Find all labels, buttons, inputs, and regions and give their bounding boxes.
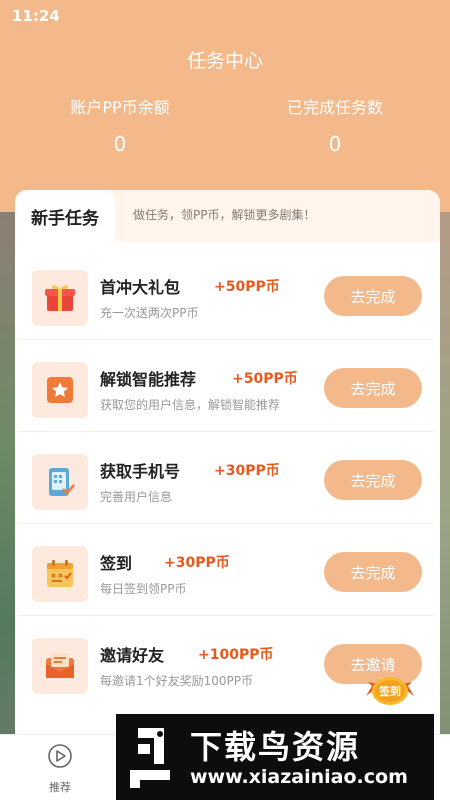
tab-newbie-tasks[interactable]: 新手任务 [15, 190, 115, 242]
task-name: 首冲大礼包 [100, 278, 181, 297]
completed-stat: 已完成任务数 0 [235, 94, 435, 156]
header: 任务中心 账户PP币余额 0 已完成任务数 0 [0, 32, 450, 212]
sign-in-badge[interactable]: 签到 [364, 674, 416, 708]
task-reward: +30PP币 [214, 463, 280, 479]
task-complete-button[interactable]: 去完成 [324, 460, 422, 500]
play-circle-icon [48, 744, 72, 768]
background-strip-left [0, 212, 16, 800]
task-name: 解锁智能推荐 [100, 370, 197, 389]
task-name: 邀请好友 [100, 646, 165, 665]
nav-label-recommend: 推荐 [49, 781, 71, 794]
task-complete-button[interactable]: 去完成 [324, 276, 422, 316]
watermark-logo: 下载鸟资源 www.xiazainiao.com [116, 714, 434, 800]
task-desc: 每邀请1个好友奖励100PP币 [100, 674, 254, 688]
watermark-title: 下载鸟资源 [190, 728, 361, 766]
status-time: 11:24 [12, 7, 60, 25]
task-name: 获取手机号 [100, 462, 181, 481]
task-name: 签到 [100, 554, 133, 573]
task-reward: +50PP币 [232, 371, 298, 387]
balance-label: 账户PP币余额 [70, 98, 170, 117]
completed-label: 已完成任务数 [286, 98, 383, 117]
task-complete-button[interactable]: 去完成 [324, 552, 422, 592]
task-reward: +50PP币 [214, 279, 280, 295]
task-desc: 完善用户信息 [100, 490, 173, 504]
task-complete-button[interactable]: 去完成 [324, 368, 422, 408]
task-item-check-in: 签到 +30PP币 每日签到领PP币 去完成 [18, 532, 436, 616]
bird-logo-icon [130, 728, 170, 788]
task-desc: 充一次送两次PP币 [100, 306, 199, 320]
sign-in-badge-label: 签到 [379, 685, 401, 698]
completed-value: 0 [328, 132, 342, 156]
task-item-phone-number: 获取手机号 +30PP币 完善用户信息 去完成 [18, 440, 436, 524]
task-reward: +30PP币 [164, 555, 230, 571]
watermark-url: www.xiazainiao.com [190, 766, 408, 788]
task-item-smart-recommend: 解锁智能推荐 +50PP币 获取您的用户信息，解锁智能推荐 去完成 [18, 348, 436, 432]
status-bar: 11:24 [0, 0, 450, 32]
task-item-first-recharge: 首冲大礼包 +50PP币 充一次送两次PP币 去完成 [18, 256, 436, 340]
calendar-icon [32, 546, 88, 602]
page-title: 任务中心 [186, 50, 263, 72]
mail-icon [32, 638, 88, 694]
balance-stat: 账户PP币余额 0 [20, 94, 220, 156]
balance-value: 0 [113, 132, 127, 156]
gift-icon [32, 270, 88, 326]
nav-item-recommend[interactable]: 推荐 [30, 743, 90, 795]
tab-description: 做任务，领PP币，解锁更多剧集！ [133, 208, 316, 222]
task-desc: 每日签到领PP币 [100, 582, 187, 596]
task-reward: +100PP币 [198, 647, 274, 663]
star-icon [32, 362, 88, 418]
phone-icon [32, 454, 88, 510]
task-desc: 获取您的用户信息，解锁智能推荐 [100, 398, 281, 412]
